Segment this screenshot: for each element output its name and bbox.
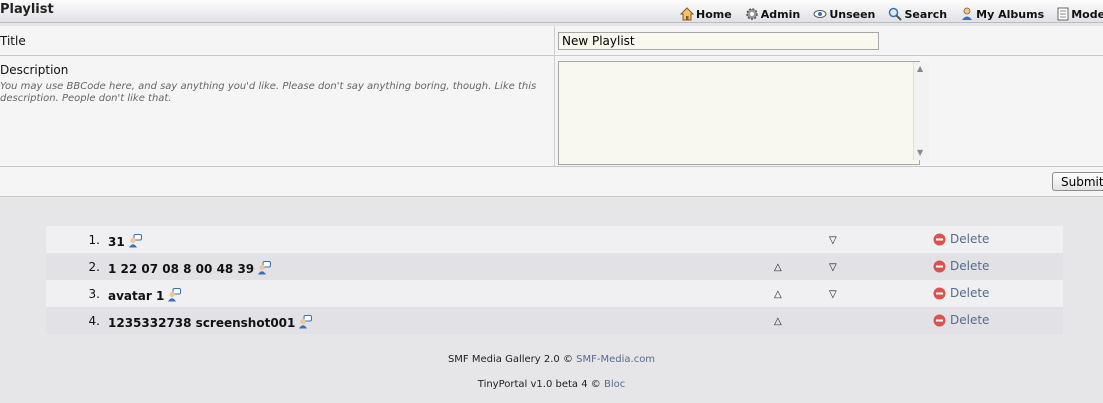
title-row: Title — [0, 26, 1103, 56]
header-bar: Playlist Home Admin Unseen Search My Alb… — [0, 0, 1103, 23]
item-title-wrap: avatar 1 — [108, 288, 182, 303]
delete-link[interactable]: Delete — [933, 259, 989, 273]
eye-icon — [813, 10, 827, 18]
footer-portal-text: TinyPortal v1.0 beta 4 © — [477, 379, 601, 390]
move-up-icon[interactable]: △ — [774, 289, 782, 300]
user-comment-icon[interactable] — [167, 288, 182, 302]
item-title-wrap: 1 22 07 08 8 00 48 39 — [108, 261, 272, 276]
textarea-scrollbar[interactable]: ▲ ▼ — [913, 62, 929, 160]
delete-label: Delete — [950, 313, 990, 327]
user-comment-icon[interactable] — [128, 234, 142, 248]
item-title[interactable]: 1235332738 screenshot001 — [108, 316, 295, 330]
nav-home[interactable]: Home — [679, 7, 732, 21]
move-down-icon[interactable]: ▽ — [829, 262, 837, 273]
nav-admin-label: Admin — [760, 8, 801, 21]
document-icon — [1057, 7, 1069, 21]
footer-media-text: SMF Media Gallery 2.0 © — [447, 354, 573, 365]
item-number: 1. — [88, 233, 100, 247]
playlist-row: 2. 1 22 07 08 8 00 48 39 △ ▽ Delete — [46, 253, 1063, 280]
submit-row: Submit — [0, 167, 1103, 197]
user-comment-icon[interactable] — [257, 261, 272, 275]
description-label: Description — [0, 63, 69, 77]
nav-moderation-label: Moderation — [1071, 8, 1103, 21]
title-input[interactable] — [558, 32, 879, 50]
delete-link[interactable]: Delete — [933, 232, 989, 246]
description-hint: You may use BBCode here, and say anythin… — [0, 81, 537, 104]
move-down-icon[interactable]: ▽ — [829, 235, 837, 246]
home-icon — [679, 7, 695, 21]
user-comment-icon[interactable] — [298, 315, 313, 329]
delete-icon — [933, 260, 946, 273]
title-label: Title — [0, 34, 26, 48]
search-icon — [889, 7, 903, 21]
playlist-row: 1. 31 ▽ Delete — [46, 226, 1063, 253]
delete-label: Delete — [950, 286, 990, 300]
item-title[interactable]: 31 — [108, 235, 125, 249]
playlist-row: 4. 1235332738 screenshot001 △ Delete — [46, 307, 1063, 334]
delete-link[interactable]: Delete — [933, 286, 989, 300]
nav-moderation[interactable]: Moderation — [1057, 7, 1103, 21]
top-nav: Home Admin Unseen Search My Albums Moder… — [679, 3, 1103, 22]
nav-search[interactable]: Search — [888, 7, 947, 21]
nav-unseen[interactable]: Unseen — [813, 7, 875, 21]
item-number: 2. — [88, 260, 100, 274]
footer-credit-portal: TinyPortal v1.0 beta 4 © Bloc — [0, 379, 1103, 390]
description-row: Description You may use BBCode here, and… — [0, 56, 1103, 167]
item-number: 3. — [88, 287, 100, 301]
delete-label: Delete — [950, 259, 990, 273]
footer-credit-media: SMF Media Gallery 2.0 © SMF-Media.com — [0, 354, 1103, 365]
item-title-wrap: 1235332738 screenshot001 — [108, 315, 313, 330]
playlist-table: 1. 31 ▽ Delete 2. 1 22 07 08 8 00 48 39 … — [46, 226, 1063, 334]
user-icon — [962, 7, 973, 20]
submit-button[interactable]: Submit — [1052, 172, 1103, 191]
delete-icon — [933, 314, 946, 327]
move-up-icon[interactable]: △ — [774, 316, 782, 327]
playlist-row: 3. avatar 1 △ ▽ Delete — [46, 280, 1063, 307]
move-down-icon[interactable]: ▽ — [829, 289, 837, 300]
move-up-icon[interactable]: △ — [774, 262, 782, 273]
delete-link[interactable]: Delete — [933, 313, 989, 327]
item-number: 4. — [88, 314, 100, 328]
nav-admin[interactable]: Admin — [745, 7, 800, 21]
nav-search-label: Search — [904, 8, 948, 21]
delete-icon — [933, 287, 946, 300]
description-textarea[interactable] — [558, 61, 920, 165]
scroll-down-icon[interactable]: ▼ — [917, 148, 923, 157]
nav-unseen-label: Unseen — [829, 8, 876, 21]
footer-media-link[interactable]: SMF-Media.com — [576, 354, 655, 365]
item-title[interactable]: avatar 1 — [108, 289, 164, 303]
nav-home-label: Home — [696, 8, 732, 21]
nav-my-albums-label: My Albums — [976, 8, 1045, 21]
scroll-up-icon[interactable]: ▲ — [917, 64, 923, 73]
gear-icon — [746, 8, 758, 20]
item-title-wrap: 31 — [108, 234, 142, 249]
item-title[interactable]: 1 22 07 08 8 00 48 39 — [108, 262, 254, 276]
delete-icon — [933, 233, 946, 246]
footer-portal-link[interactable]: Bloc — [604, 379, 625, 390]
delete-label: Delete — [950, 232, 990, 246]
playlist-form: Title Description You may use BBCode her… — [0, 26, 1103, 197]
nav-my-albums[interactable]: My Albums — [960, 7, 1044, 21]
page-title: Playlist — [0, 2, 54, 17]
